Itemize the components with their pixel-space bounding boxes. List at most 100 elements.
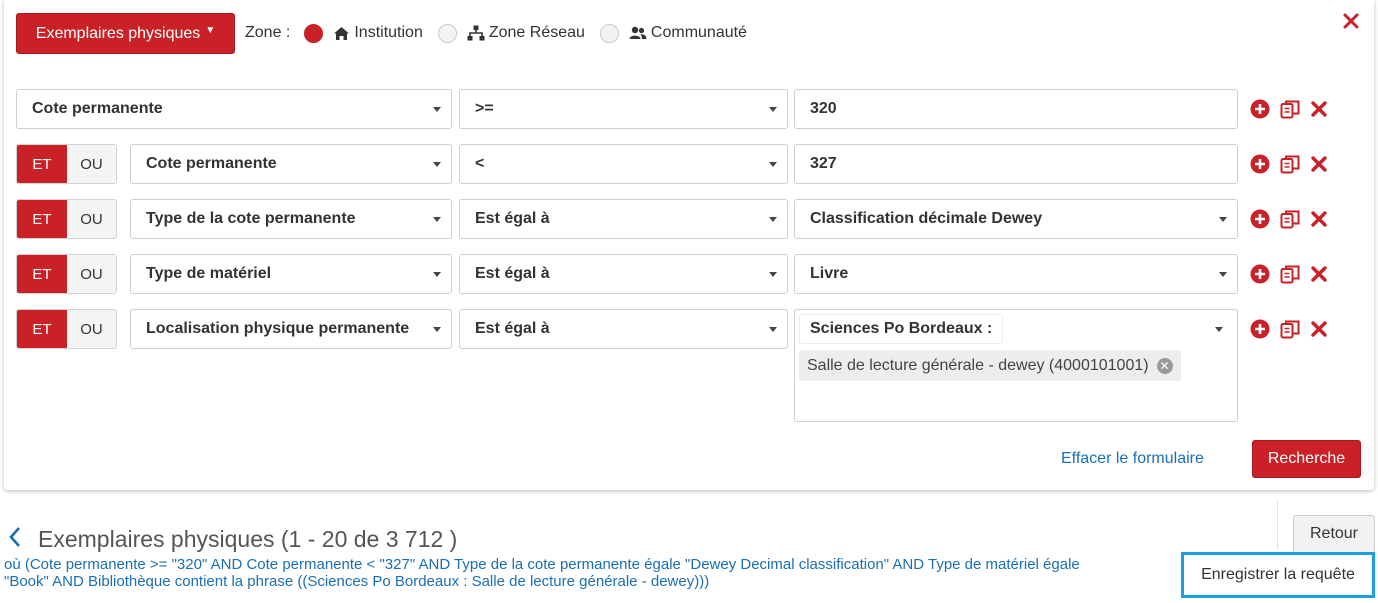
field-select-value: Type de la cote permanente: [146, 210, 356, 227]
field-select[interactable]: Cote permanente: [130, 144, 452, 184]
copy-icon[interactable]: [1280, 264, 1300, 284]
add-row-icon[interactable]: [1250, 319, 1270, 339]
search-type-label: Exemplaires physiques: [35, 24, 201, 42]
copy-icon[interactable]: [1280, 319, 1300, 339]
divider: [1277, 500, 1278, 550]
chevron-down-icon: [433, 107, 441, 112]
logic-toggle: ET OU: [16, 144, 117, 184]
zone-option-label: Zone Réseau: [488, 24, 585, 41]
remove-row-icon[interactable]: [1310, 320, 1328, 338]
operator-select-value: Est égal à: [475, 210, 550, 227]
location-multiselect[interactable]: Sciences Po Bordeaux : Salle de lecture …: [794, 309, 1238, 422]
chevron-down-icon: [769, 162, 777, 167]
and-button[interactable]: ET: [17, 200, 67, 238]
value-select[interactable]: Classification décimale Dewey: [794, 199, 1238, 239]
caret-down-icon: ▼: [205, 25, 216, 36]
and-button[interactable]: ET: [17, 310, 67, 348]
clear-form-link[interactable]: Effacer le formulaire: [1061, 450, 1204, 468]
and-button[interactable]: ET: [17, 255, 67, 293]
row-actions: [1250, 99, 1328, 119]
row-actions: [1250, 264, 1328, 284]
or-button[interactable]: OU: [67, 310, 116, 348]
chevron-down-icon: [433, 217, 441, 222]
operator-select-value: >=: [475, 100, 494, 117]
logic-toggle: ET OU: [16, 309, 117, 349]
chevron-down-icon: [769, 217, 777, 222]
copy-icon[interactable]: [1280, 209, 1300, 229]
logic-toggle: ET OU: [16, 199, 117, 239]
copy-icon[interactable]: [1280, 154, 1300, 174]
row-actions: [1250, 209, 1328, 229]
chevron-left-icon[interactable]: [8, 524, 22, 555]
chevron-down-icon: [769, 107, 777, 112]
zone-option-community[interactable]: Communauté: [599, 23, 747, 43]
zone-option-institution[interactable]: Institution: [304, 23, 423, 43]
query-summary: où (Cote permanente >= "320" AND Cote pe…: [4, 556, 1080, 590]
add-row-icon[interactable]: [1250, 264, 1270, 284]
users-icon: [629, 26, 647, 39]
chevron-down-icon: [769, 327, 777, 332]
radio-network-zone[interactable]: [437, 23, 457, 43]
zone-label: Zone :: [245, 24, 291, 41]
field-select-value: Localisation physique permanente: [146, 320, 410, 337]
save-query-button[interactable]: Enregistrer la requête: [1181, 552, 1375, 598]
chevron-down-icon: [1215, 327, 1223, 332]
zone-option-network[interactable]: Zone Réseau: [437, 23, 585, 43]
and-button[interactable]: ET: [17, 145, 67, 183]
field-select-value: Cote permanente: [146, 155, 277, 172]
add-row-icon[interactable]: [1250, 209, 1270, 229]
field-select[interactable]: Cote permanente: [16, 89, 452, 129]
operator-select[interactable]: Est égal à: [459, 309, 788, 349]
operator-select-value: Est égal à: [475, 265, 550, 282]
field-select-value: Cote permanente: [32, 100, 163, 117]
value-input-text: 320: [810, 100, 837, 117]
value-input[interactable]: 327: [794, 144, 1238, 184]
back-button[interactable]: Retour: [1293, 515, 1375, 553]
value-select[interactable]: Livre: [794, 254, 1238, 294]
chevron-down-icon: [769, 272, 777, 277]
operator-select-value: Est égal à: [475, 320, 550, 337]
close-icon[interactable]: [1342, 12, 1360, 30]
criteria-row: ET OU Localisation physique permanente E…: [16, 309, 1366, 422]
remove-row-icon[interactable]: [1310, 265, 1328, 283]
copy-icon[interactable]: [1280, 99, 1300, 119]
operator-select-value: <: [475, 155, 485, 172]
zone-option-label: Communauté: [650, 24, 747, 41]
chevron-down-icon: [1219, 272, 1227, 277]
operator-select[interactable]: <: [459, 144, 788, 184]
value-select-text: Classification décimale Dewey: [810, 210, 1043, 227]
criteria-row: ET OU Type de la cote permanente Est éga…: [16, 199, 1366, 240]
operator-select[interactable]: >=: [459, 89, 788, 129]
remove-row-icon[interactable]: [1310, 210, 1328, 228]
field-select-value: Type de matériel: [146, 265, 272, 282]
field-select[interactable]: Type de matériel: [130, 254, 452, 294]
add-row-icon[interactable]: [1250, 154, 1270, 174]
location-tag-label: Salle de lecture générale - dewey (40001…: [807, 356, 1149, 374]
or-button[interactable]: OU: [67, 200, 116, 238]
or-button[interactable]: OU: [67, 255, 116, 293]
search-button[interactable]: Recherche: [1252, 440, 1361, 478]
operator-select[interactable]: Est égal à: [459, 254, 788, 294]
chevron-down-icon: [433, 162, 441, 167]
field-select[interactable]: Type de la cote permanente: [130, 199, 452, 239]
operator-select[interactable]: Est égal à: [459, 199, 788, 239]
home-icon: [334, 26, 350, 40]
value-select-text: Livre: [810, 265, 849, 282]
network-icon: [467, 25, 485, 41]
field-select[interactable]: Localisation physique permanente: [130, 309, 452, 349]
row-actions: [1250, 154, 1328, 174]
value-input-text: 327: [810, 155, 837, 172]
or-button[interactable]: OU: [67, 145, 116, 183]
add-row-icon[interactable]: [1250, 99, 1270, 119]
zone-selector: Zone : Institution Zone Réseau Communaut…: [245, 20, 762, 46]
remove-row-icon[interactable]: [1310, 100, 1328, 118]
radio-community[interactable]: [599, 23, 619, 43]
remove-tag-icon[interactable]: ✕: [1156, 357, 1173, 374]
logic-toggle: ET OU: [16, 254, 117, 294]
results-title: Exemplaires physiques (1 - 20 de 3 712 ): [38, 526, 458, 552]
location-group-label: Sciences Po Bordeaux :: [799, 314, 1004, 344]
remove-row-icon[interactable]: [1310, 155, 1328, 173]
value-input[interactable]: 320: [794, 89, 1238, 129]
radio-institution[interactable]: [304, 23, 324, 43]
search-type-dropdown[interactable]: Exemplaires physiques ▼: [16, 13, 235, 54]
